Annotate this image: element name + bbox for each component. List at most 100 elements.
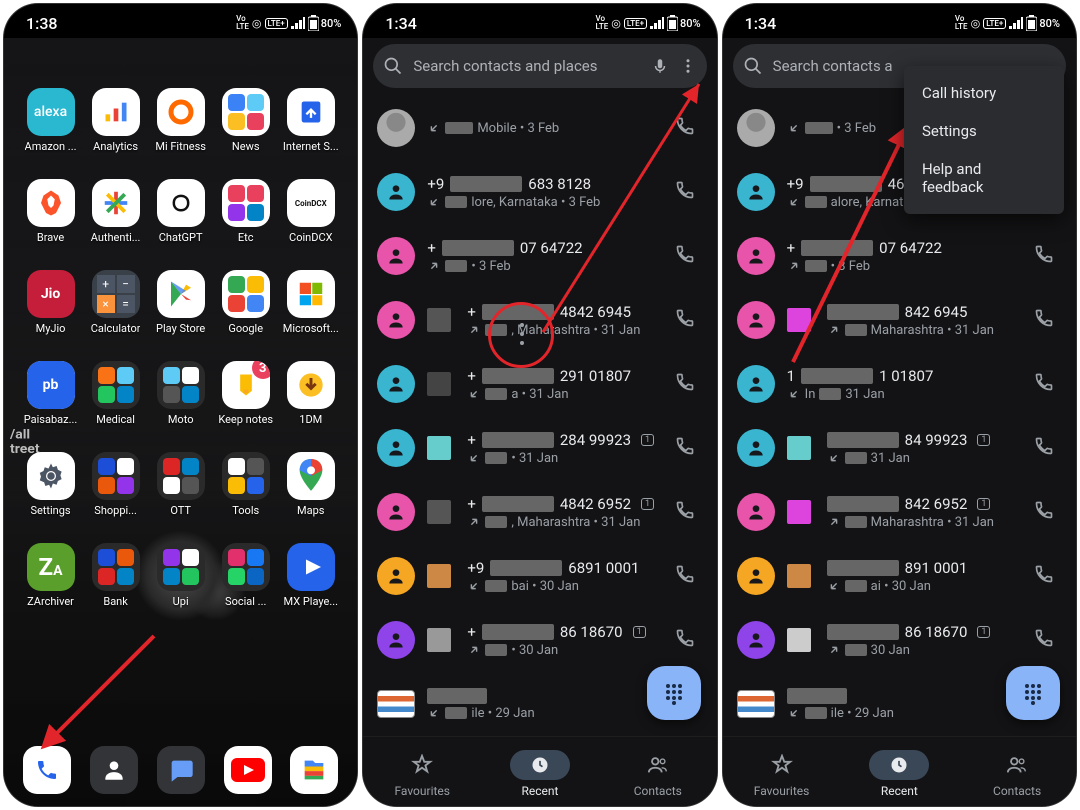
app-maps[interactable]: Maps [280,452,342,517]
call-button[interactable] [1026,492,1062,532]
call-button[interactable] [667,620,703,660]
nav-recent[interactable]: Recent [481,737,599,806]
app-chatgpt[interactable]: ChatGPT [150,179,212,244]
call-row[interactable]: +xx86 186701 x• 30 Jan [363,608,716,672]
nav-contacts[interactable]: Contacts [958,737,1076,806]
nav-contacts[interactable]: Contacts [599,737,717,806]
app-google[interactable]: Google [215,270,277,335]
call-row[interactable]: +xx07 64722 x• 3 Feb [363,224,716,288]
dialpad-fab[interactable] [647,666,701,720]
app-tools[interactable]: Tools [215,452,277,517]
call-subtitle: xMaharashtra • 31 Jan [827,515,1014,530]
call-button[interactable] [667,236,703,276]
overflow-icon[interactable] [679,57,697,75]
call-button[interactable] [667,172,703,212]
call-row[interactable]: +9xx6891 0001 xbai • 30 Jan [363,544,716,608]
home-screen[interactable]: /all treet alexaAmazon ...AnalyticsMi Fi… [4,38,357,806]
avatar [737,493,775,531]
call-row[interactable]: +9xx683 8128 xlore, Karnataka • 3 Feb [363,160,716,224]
call-subtitle: x30 Jan [827,643,1014,658]
search-bar[interactable]: Search contacts and places [373,44,706,88]
nav-recent[interactable]: Recent [840,737,958,806]
call-button[interactable] [667,108,703,148]
nav-favourites[interactable]: Favourites [363,737,481,806]
menu-help[interactable]: Help and feedback [904,150,1064,206]
dock-messages[interactable] [157,746,205,794]
call-title: +xx284 999231 [467,431,654,449]
call-button[interactable] [667,300,703,340]
call-title: +xx291 01807 [467,367,654,385]
menu-settings[interactable]: Settings [904,112,1064,150]
app-myjio[interactable]: JioMyJio [20,270,82,335]
app-news[interactable]: News [215,88,277,153]
call-row[interactable]: +xx07 64722 x• 3 Feb [723,224,1076,288]
app-upi[interactable]: Upi [150,543,212,608]
call-row[interactable]: xx86 186701 x30 Jan [723,608,1076,672]
app-etc[interactable]: Etc [215,179,277,244]
call-row[interactable]: +xx4842 6945 x, Maharashtra • 31 Jan [363,288,716,352]
app-bank[interactable]: Bank [85,543,147,608]
menu-call-history[interactable]: Call history [904,74,1064,112]
call-button[interactable] [1026,300,1062,340]
call-row[interactable]: xx842 6945 xMaharashtra • 31 Jan [723,288,1076,352]
call-title: xx891 0001 [827,559,1014,577]
app-microsoft-[interactable]: Microsoft... [280,270,342,335]
dock-contacts[interactable] [90,746,138,794]
app-ott[interactable]: OTT [150,452,212,517]
call-button[interactable] [667,492,703,532]
call-title: +9xx683 8128 [427,175,654,193]
app-paisabaz-[interactable]: pbPaisabaz... [20,361,82,426]
call-list[interactable]: xMobile • 3 Feb +9xx683 8128 xlore, Karn… [363,96,716,736]
hotspot-icon: ◎ [252,17,262,30]
app-1dm[interactable]: 1DM [280,361,342,426]
avatar [737,109,775,147]
call-button[interactable] [1026,236,1062,276]
call-row[interactable]: 1xx1 01807 Inx31 Jan [723,352,1076,416]
call-button[interactable] [667,364,703,404]
app-settings[interactable]: Settings [20,452,82,517]
status-bar: 1:34 VoLTE ◎ LTE+ 80% [723,4,1076,38]
mic-icon[interactable] [651,57,669,75]
dock-youtube[interactable] [224,746,272,794]
call-title: +xx4842 69521 [467,495,654,513]
call-button[interactable] [667,428,703,468]
call-row[interactable]: xx84 999231 x31 Jan [723,416,1076,480]
app-analytics[interactable]: Analytics [85,88,147,153]
app-social-[interactable]: Social ... [215,543,277,608]
call-row[interactable]: +xx291 01807 xa • 31 Jan [363,352,716,416]
app-coindcx[interactable]: CoinDCXCoinDCX [280,179,342,244]
call-subtitle: xile • 29 Jan [787,706,1014,721]
app-amazon-[interactable]: alexaAmazon ... [20,88,82,153]
app-mi-fitness[interactable]: Mi Fitness [150,88,212,153]
app-calculator[interactable]: +−×=Calculator [85,270,147,335]
app-mx-playe-[interactable]: MX Playe... [280,543,342,608]
app-zarchiver[interactable]: ZAZArchiver [20,543,82,608]
call-row[interactable]: xx891 0001 xai • 30 Jan [723,544,1076,608]
call-row[interactable]: +xx4842 69521 x, Maharashtra • 31 Jan [363,480,716,544]
call-subtitle: x31 Jan [827,451,1014,466]
app-medical[interactable]: Medical [85,361,147,426]
app-shoppi-[interactable]: Shoppi... [85,452,147,517]
call-button[interactable] [1026,556,1062,596]
app-brave[interactable]: Brave [20,179,82,244]
app-moto[interactable]: Moto [150,361,212,426]
call-button[interactable] [1026,428,1062,468]
call-button[interactable] [667,556,703,596]
call-row[interactable]: xMobile • 3 Feb [363,96,716,160]
call-subtitle: Inx31 Jan [787,387,1014,402]
call-button[interactable] [1026,364,1062,404]
dialpad-fab[interactable] [1006,666,1060,720]
nav-favourites[interactable]: Favourites [723,737,841,806]
dock-phone[interactable] [23,746,71,794]
dock-files[interactable] [290,746,338,794]
call-button[interactable] [1026,620,1062,660]
app-keep-notes[interactable]: 3Keep notes [215,361,277,426]
call-row[interactable]: xx842 69521 xMaharashtra • 31 Jan [723,480,1076,544]
app-play-store[interactable]: Play Store [150,270,212,335]
app-internet-s-[interactable]: Internet S... [280,88,342,153]
call-title: xx [427,688,654,704]
call-row[interactable]: +xx284 999231 x• 31 Jan [363,416,716,480]
app-authenti-[interactable]: Authenti... [85,179,147,244]
call-subtitle: xbai • 30 Jan [467,579,654,594]
avatar [377,365,415,403]
